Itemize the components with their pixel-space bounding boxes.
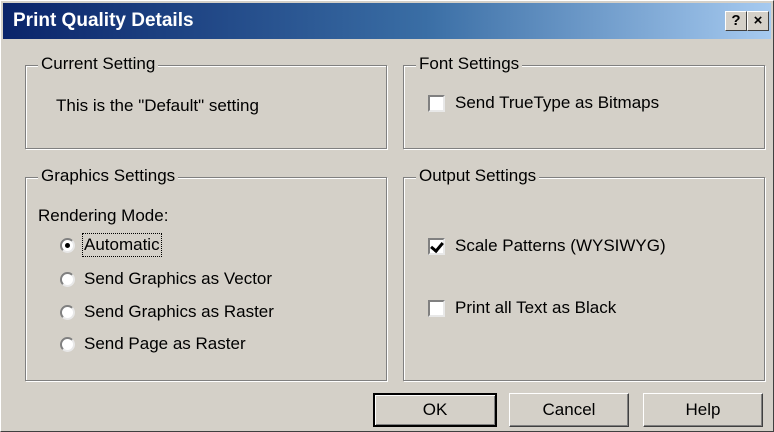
radio-automatic-icon[interactable] <box>60 237 75 253</box>
radio-send-page-raster-label: Send Page as Raster <box>84 334 246 353</box>
send-truetype-checkbox[interactable]: Send TrueType as Bitmaps <box>428 92 659 114</box>
print-quality-dialog: Print Quality Details ? × Current Settin… <box>0 0 774 432</box>
current-setting-legend: Current Setting <box>38 54 159 74</box>
graphics-settings-group: Graphics Settings Rendering Mode: Automa… <box>25 166 387 381</box>
current-setting-group: Current Setting This is the "Default" se… <box>25 54 387 149</box>
print-text-black-check-icon[interactable] <box>428 299 445 317</box>
output-settings-legend: Output Settings <box>416 166 540 186</box>
rendering-mode-label: Rendering Mode: <box>38 206 169 225</box>
send-truetype-label: Send TrueType as Bitmaps <box>455 93 660 112</box>
font-settings-group: Font Settings Send TrueType as Bitmaps <box>403 54 765 149</box>
font-settings-legend: Font Settings <box>416 54 523 74</box>
radio-send-graphics-raster-label: Send Graphics as Raster <box>84 302 274 321</box>
radio-send-graphics-vector[interactable]: Send Graphics as Vector <box>60 268 272 290</box>
radio-send-page-raster[interactable]: Send Page as Raster <box>60 333 246 355</box>
radio-send-graphics-raster[interactable]: Send Graphics as Raster <box>60 301 274 323</box>
radio-automatic-label: Automatic <box>82 233 162 257</box>
current-setting-text: This is the "Default" setting <box>56 96 259 115</box>
scale-patterns-check-icon[interactable] <box>428 237 445 255</box>
dialog-title: Print Quality Details <box>13 10 194 31</box>
radio-send-graphics-vector-label: Send Graphics as Vector <box>84 269 273 288</box>
radio-send-graphics-vector-icon[interactable] <box>60 271 75 287</box>
scale-patterns-label: Scale Patterns (WYSIWYG) <box>455 236 666 255</box>
cancel-button[interactable]: Cancel <box>509 393 629 427</box>
ok-button[interactable]: OK <box>373 393 497 427</box>
help-title-button[interactable]: ? <box>725 11 747 31</box>
graphics-settings-legend: Graphics Settings <box>38 166 179 186</box>
output-settings-group: Output Settings Scale Patterns (WYSIWYG)… <box>403 166 765 381</box>
radio-send-graphics-raster-icon[interactable] <box>60 304 75 320</box>
close-icon[interactable]: × <box>747 11 769 31</box>
help-button[interactable]: Help <box>643 393 763 427</box>
send-truetype-check-icon[interactable] <box>428 94 445 112</box>
title-bar[interactable]: Print Quality Details ? × <box>3 3 771 39</box>
radio-automatic[interactable]: Automatic <box>60 233 162 257</box>
scale-patterns-checkbox[interactable]: Scale Patterns (WYSIWYG) <box>428 235 666 257</box>
print-text-black-label: Print all Text as Black <box>455 298 617 317</box>
print-text-black-checkbox[interactable]: Print all Text as Black <box>428 297 616 319</box>
radio-send-page-raster-icon[interactable] <box>60 336 75 352</box>
